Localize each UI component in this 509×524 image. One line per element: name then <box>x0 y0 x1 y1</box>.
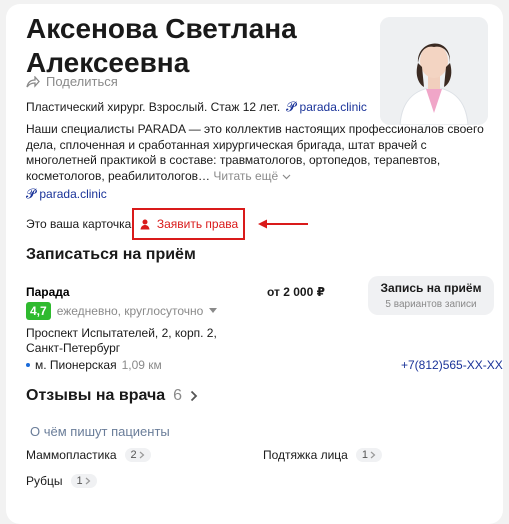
review-tag[interactable]: Подтяжка лица 1 <box>263 448 382 462</box>
chevron-right-icon <box>190 390 198 402</box>
doctor-specialty: Пластический хирург. Взрослый. Стаж 12 л… <box>26 100 281 114</box>
tag-count-pill: 1 <box>355 448 382 462</box>
doctor-name: Аксенова Светлана Алексеевна <box>26 13 297 78</box>
review-tag[interactable]: Рубцы 1 <box>26 474 97 488</box>
metro-line-dot-icon <box>26 363 30 367</box>
description-site-link[interactable]: 𝓟 parada.clinic <box>26 186 107 202</box>
reviews-header[interactable]: Отзывы на врача 6 <box>26 387 198 405</box>
chevron-right-icon <box>139 451 145 459</box>
parada-logo-icon: 𝓟 <box>286 99 296 114</box>
clinic-name[interactable]: Парада <box>26 285 70 299</box>
metro-station: м. Пионерская 1,09 км <box>26 358 162 372</box>
clinic-schedule[interactable]: ежедневно, круглосуточно <box>57 304 204 318</box>
reviews-subtitle: О чём пишут пациенты <box>30 424 170 439</box>
price: от 2 000 ₽ <box>267 285 325 299</box>
book-appointment-button[interactable]: Запись на приём 5 вариантов записи <box>368 276 494 315</box>
clinic-address: Проспект Испытателей, 2, корп. 2, Санкт-… <box>26 326 217 355</box>
doctor-meta: Пластический хирург. Взрослый. Стаж 12 л… <box>26 99 367 115</box>
tag-count-pill: 1 <box>70 474 97 488</box>
reviews-title: Отзывы на врача <box>26 387 166 404</box>
share-arrow-icon <box>26 75 40 88</box>
owner-question: Это ваша карточка? <box>26 217 139 231</box>
chevron-right-icon <box>85 477 91 485</box>
booking-title: Записаться на приём <box>26 246 196 263</box>
read-more-link[interactable]: Читать ещё <box>213 169 290 183</box>
review-tag[interactable]: Маммопластика 2 <box>26 448 151 462</box>
doctor-photo[interactable] <box>380 17 488 125</box>
doctor-card: Аксенова Светлана Алексеевна Поделиться … <box>6 4 503 524</box>
parada-logo-icon: 𝓟 <box>26 186 36 201</box>
clinic-site-link[interactable]: 𝓟 parada.clinic <box>286 99 367 115</box>
reviews-count: 6 <box>173 387 183 404</box>
book-button-subtitle: 5 вариантов записи <box>385 299 477 310</box>
doctor-description: Наши специалисты PARADA — это коллектив … <box>26 122 484 183</box>
user-badge-icon <box>140 219 150 230</box>
share-label: Поделиться <box>46 74 118 89</box>
claim-rights-label: Заявить права <box>156 217 239 231</box>
chevron-down-icon <box>282 174 290 179</box>
book-button-title: Запись на приём <box>380 281 482 295</box>
claim-rights-button[interactable]: Заявить права <box>132 208 245 240</box>
rating-badge: 4,7 <box>26 302 51 320</box>
doctor-portrait-image <box>380 17 488 125</box>
phone-link[interactable]: +7(812)565-XX-XX <box>401 358 503 372</box>
annotation-arrow <box>258 219 308 229</box>
share-button[interactable]: Поделиться <box>26 74 118 89</box>
dropdown-triangle-icon[interactable] <box>209 308 218 314</box>
chevron-right-icon <box>370 451 376 459</box>
tag-count-pill: 2 <box>124 448 151 462</box>
clinic-rating-row: 4,7 ежедневно, круглосуточно <box>26 302 218 320</box>
